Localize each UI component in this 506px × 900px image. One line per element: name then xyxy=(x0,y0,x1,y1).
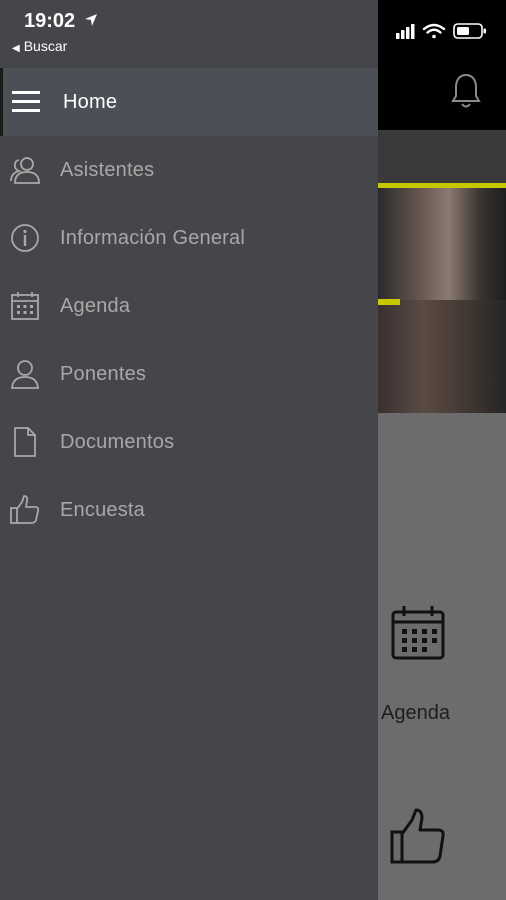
status-time: 19:02 xyxy=(24,10,76,32)
menu-item-label: Documentos xyxy=(60,430,175,453)
calendar-icon[interactable] xyxy=(389,604,447,662)
speaker-photo[interactable] xyxy=(378,300,506,413)
menu-item-asistentes[interactable]: Asistentes xyxy=(0,136,378,204)
info-icon xyxy=(10,223,40,253)
person-icon xyxy=(10,359,40,389)
navigation-drawer: Home Asistentes Información General Agen… xyxy=(0,0,378,900)
menu-item-home[interactable]: Home xyxy=(0,68,378,136)
hamburger-icon xyxy=(11,87,41,117)
menu-item-label: Home xyxy=(63,90,118,113)
menu-item-label: Ponentes xyxy=(60,362,147,385)
document-icon xyxy=(10,427,40,457)
speaker-photo[interactable] xyxy=(378,188,506,300)
menu-item-label: Encuesta xyxy=(60,498,145,521)
bell-icon[interactable] xyxy=(450,72,482,110)
menu-item-encuesta[interactable]: Encuesta xyxy=(0,476,378,544)
location-arrow-icon xyxy=(85,14,97,26)
menu-item-label: Asistentes xyxy=(60,158,155,181)
thumbs-up-icon xyxy=(10,495,40,525)
back-triangle-icon: ◀ xyxy=(12,43,20,54)
menu-item-agenda[interactable]: Agenda xyxy=(0,272,378,340)
menu-item-label: Agenda xyxy=(60,294,131,317)
agenda-tile-label[interactable]: Agenda xyxy=(381,702,450,725)
status-indicators xyxy=(396,23,486,39)
people-icon xyxy=(10,155,40,185)
signal-icon xyxy=(396,24,415,39)
thumbs-up-icon[interactable] xyxy=(388,806,448,866)
back-to-app-link[interactable]: ◀ Buscar xyxy=(12,38,67,54)
calendar-icon xyxy=(10,291,40,321)
battery-icon xyxy=(453,23,486,39)
menu-item-ponentes[interactable]: Ponentes xyxy=(0,340,378,408)
back-link-label: Buscar xyxy=(23,38,68,54)
menu-item-informacion-general[interactable]: Información General xyxy=(0,204,378,272)
wifi-icon xyxy=(422,23,446,39)
menu-item-label: Información General xyxy=(60,226,246,249)
accent-stripe xyxy=(378,299,400,305)
menu-item-documentos[interactable]: Documentos xyxy=(0,408,378,476)
